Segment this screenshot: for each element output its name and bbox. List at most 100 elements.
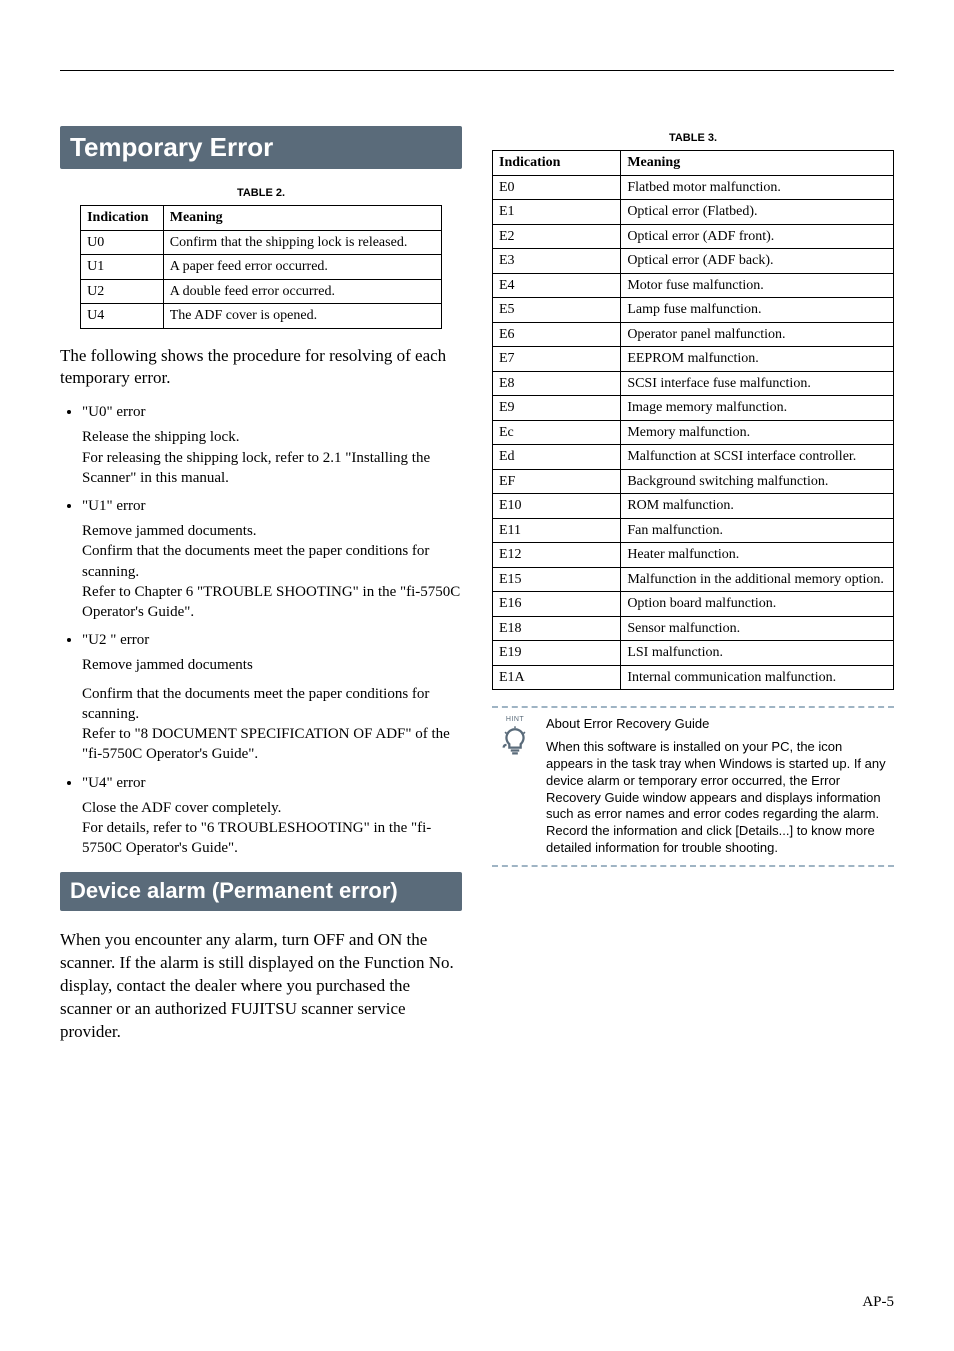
error-detail: Release the shipping lock. For releasing… [82, 427, 462, 488]
hint-divider-top [492, 706, 894, 708]
table3-mean: Memory malfunction. [621, 420, 894, 445]
top-rule [60, 70, 894, 71]
table-row: E9Image memory malfunction. [493, 396, 894, 421]
table3-ind: E4 [493, 273, 621, 298]
table3-mean: ROM malfunction. [621, 494, 894, 519]
hint-label: HINT [506, 716, 524, 723]
error-item-u4: "U4" error Close the ADF cover completel… [82, 775, 462, 859]
alarm-paragraph: When you encounter any alarm, turn OFF a… [60, 929, 462, 1044]
left-column: Temporary Error TABLE 2. Indication Mean… [60, 126, 462, 1057]
table3-ind: E0 [493, 175, 621, 200]
error-title: "U1" error [82, 498, 145, 514]
table3-mean: Optical error (Flatbed). [621, 200, 894, 225]
page-number: AP-5 [862, 1294, 894, 1311]
table3-mean: Motor fuse malfunction. [621, 273, 894, 298]
table2-mean: Confirm that the shipping lock is releas… [163, 230, 441, 255]
table-row: E4Motor fuse malfunction. [493, 273, 894, 298]
table2-mean: A paper feed error occurred. [163, 255, 441, 280]
table3-mean: Malfunction in the additional memory opt… [621, 567, 894, 592]
intro-paragraph: The following shows the procedure for re… [60, 345, 462, 391]
table-row: E2Optical error (ADF front). [493, 224, 894, 249]
lightbulb-icon [498, 725, 532, 759]
table-row: E0Flatbed motor malfunction. [493, 175, 894, 200]
table3-ind: E3 [493, 249, 621, 274]
error-title: "U0" error [82, 404, 145, 420]
table3-ind: E12 [493, 543, 621, 568]
table3-mean: Fan malfunction. [621, 518, 894, 543]
error-detail: Remove jammed documents. Confirm that th… [82, 521, 462, 622]
table3-ind: E1 [493, 200, 621, 225]
table2-ind: U4 [81, 304, 164, 329]
table3-mean: Background switching malfunction. [621, 469, 894, 494]
table-row: E5Lamp fuse malfunction. [493, 298, 894, 323]
table2-mean: A double feed error occurred. [163, 279, 441, 304]
table3-ind: E16 [493, 592, 621, 617]
table3-mean: Option board malfunction. [621, 592, 894, 617]
table-row: E1AInternal communication malfunction. [493, 665, 894, 690]
table-row: U2 A double feed error occurred. [81, 279, 442, 304]
error-item-u2: "U2 " error Remove jammed documents Conf… [82, 632, 462, 764]
table2-header-meaning: Meaning [163, 206, 441, 231]
table2-header-indication: Indication [81, 206, 164, 231]
table2-caption: TABLE 2. [60, 187, 462, 199]
table3-mean: Malfunction at SCSI interface controller… [621, 445, 894, 470]
right-column: TABLE 3. Indication Meaning E0Flatbed mo… [492, 126, 894, 1057]
table3-header-indication: Indication [493, 151, 621, 176]
table3-mean: Image memory malfunction. [621, 396, 894, 421]
table-row: E19LSI malfunction. [493, 641, 894, 666]
table3-ind: E9 [493, 396, 621, 421]
hint-title: About Error Recovery Guide [546, 716, 892, 733]
table-row: E10ROM malfunction. [493, 494, 894, 519]
table-row: U4 The ADF cover is opened. [81, 304, 442, 329]
hint-divider-bottom [492, 865, 894, 867]
error-title: "U2 " error [82, 632, 149, 648]
table3-mean: Flatbed motor malfunction. [621, 175, 894, 200]
table-row: U1 A paper feed error occurred. [81, 255, 442, 280]
table-row: E7EEPROM malfunction. [493, 347, 894, 372]
error-title: "U4" error [82, 775, 145, 791]
error-detail: Close the ADF cover completely. For deta… [82, 798, 462, 859]
table2-ind: U0 [81, 230, 164, 255]
table3-ind: E11 [493, 518, 621, 543]
error-detail: Remove jammed documents [82, 655, 462, 675]
error-list: "U0" error Release the shipping lock. Fo… [60, 404, 462, 858]
table3-ind: E10 [493, 494, 621, 519]
table2-mean: The ADF cover is opened. [163, 304, 441, 329]
table3-ind: EF [493, 469, 621, 494]
table3-mean: Internal communication malfunction. [621, 665, 894, 690]
table3-ind: E8 [493, 371, 621, 396]
table-row: E15Malfunction in the additional memory … [493, 567, 894, 592]
table-row: EFBackground switching malfunction. [493, 469, 894, 494]
table3: Indication Meaning E0Flatbed motor malfu… [492, 150, 894, 690]
table3-ind: Ed [493, 445, 621, 470]
table3-mean: Operator panel malfunction. [621, 322, 894, 347]
table3-ind: E2 [493, 224, 621, 249]
table3-mean: Lamp fuse malfunction. [621, 298, 894, 323]
table3-ind: E6 [493, 322, 621, 347]
table3-caption: TABLE 3. [492, 132, 894, 144]
table-row: E1Optical error (Flatbed). [493, 200, 894, 225]
heading-temporary-error: Temporary Error [60, 126, 462, 169]
table3-mean: SCSI interface fuse malfunction. [621, 371, 894, 396]
hint-block: HINT About Error Recovery Guide When thi… [492, 706, 894, 867]
table3-mean: EEPROM malfunction. [621, 347, 894, 372]
table3-mean: Heater malfunction. [621, 543, 894, 568]
table-row: EdMalfunction at SCSI interface controll… [493, 445, 894, 470]
hint-body: When this software is installed on your … [546, 739, 892, 857]
table3-header-meaning: Meaning [621, 151, 894, 176]
table-row: E18Sensor malfunction. [493, 616, 894, 641]
table3-mean: Optical error (ADF back). [621, 249, 894, 274]
table3-ind: E19 [493, 641, 621, 666]
table3-ind: E15 [493, 567, 621, 592]
table3-ind: E7 [493, 347, 621, 372]
table-row: EcMemory malfunction. [493, 420, 894, 445]
hint-text: About Error Recovery Guide When this sof… [546, 716, 892, 857]
table-row: E16Option board malfunction. [493, 592, 894, 617]
table3-ind: E5 [493, 298, 621, 323]
table-row: E8SCSI interface fuse malfunction. [493, 371, 894, 396]
error-detail: Confirm that the documents meet the pape… [82, 684, 462, 765]
table-row: E12Heater malfunction. [493, 543, 894, 568]
table3-ind: E18 [493, 616, 621, 641]
table2-ind: U1 [81, 255, 164, 280]
table-row: E11Fan malfunction. [493, 518, 894, 543]
